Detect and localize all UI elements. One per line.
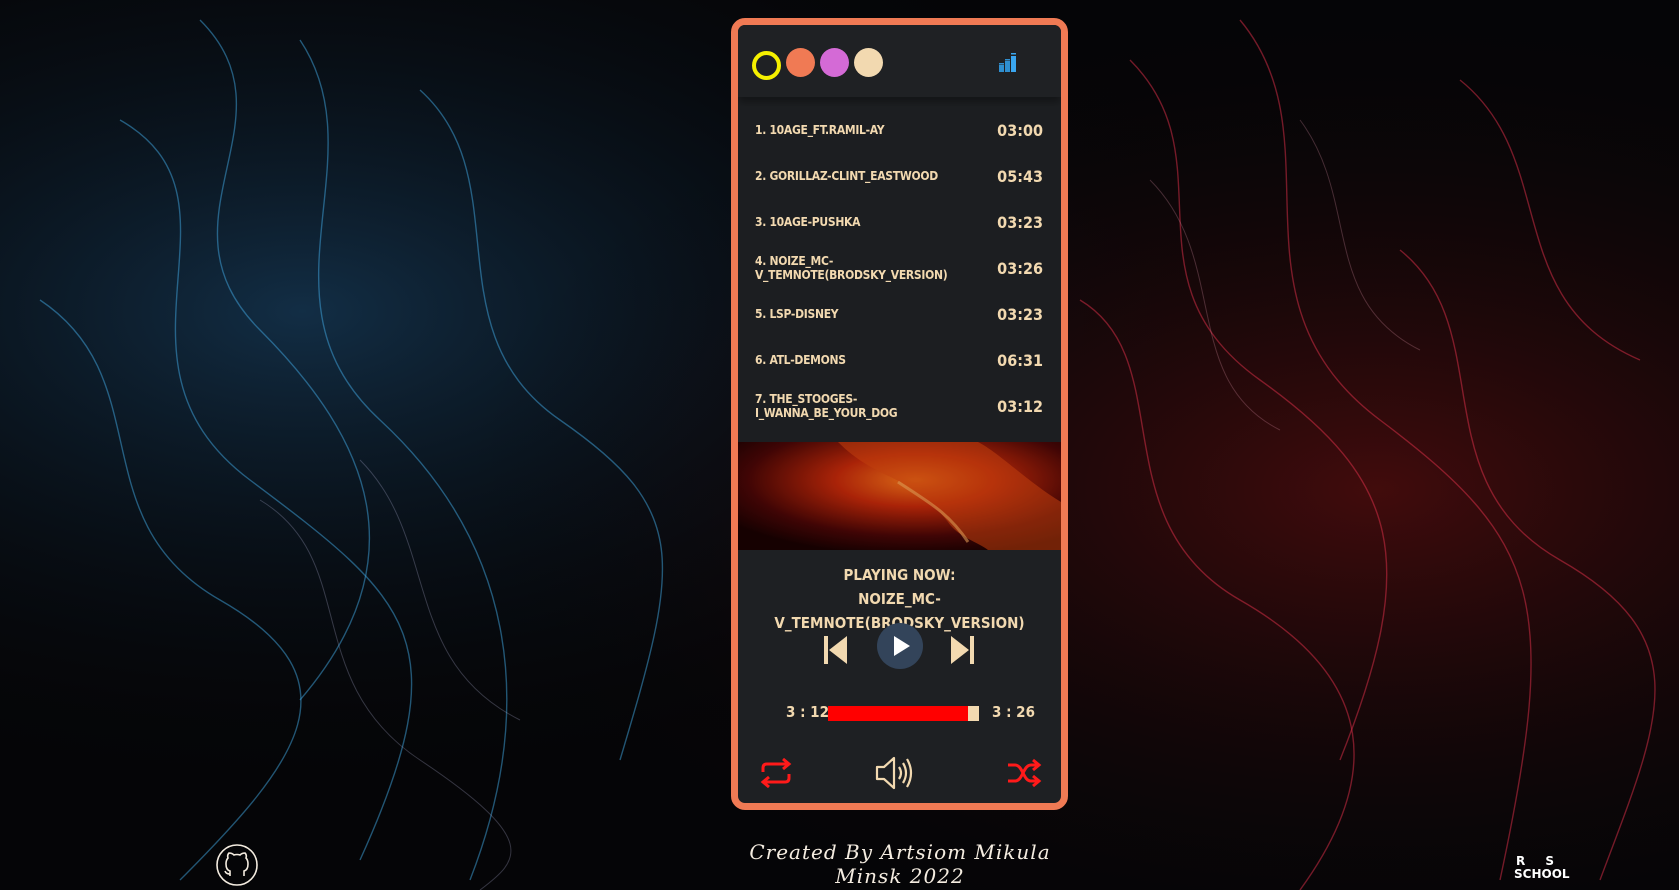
- track-duration: 03:00: [997, 120, 1043, 140]
- progress-area: 3 : 12 3 : 26: [738, 701, 1061, 725]
- shuffle-icon[interactable]: [1006, 758, 1042, 788]
- playlist-item[interactable]: 3. 10AGE-PUSHKA 03:23: [738, 199, 1061, 245]
- progress-bar[interactable]: [828, 706, 979, 721]
- footer-credits: Created By Artsiom Mikula Minsk 2022: [700, 840, 1100, 888]
- playlist-item[interactable]: 5. LSP-DISNEY 03:23: [738, 291, 1061, 337]
- current-time: 3 : 12: [786, 703, 829, 721]
- playlist-item[interactable]: 6. ATL-DEMONS 06:31: [738, 337, 1061, 383]
- now-playing-label: PLAYING NOW:: [843, 566, 956, 584]
- theme-dot-orange[interactable]: [786, 48, 815, 77]
- theme-dot-yellow[interactable]: [752, 51, 781, 80]
- theme-dot-purple[interactable]: [820, 48, 849, 77]
- playlist: 1. 10AGE_FT.RAMIL-AY 03:00 2. GORILLAZ-C…: [738, 107, 1061, 447]
- music-player: 1. 10AGE_FT.RAMIL-AY 03:00 2. GORILLAZ-C…: [731, 18, 1068, 810]
- track-title: 7. THE_STOOGES-I_WANNA_BE_YOUR_DOG: [755, 392, 898, 420]
- track-duration: 03:26: [997, 258, 1043, 278]
- repeat-icon[interactable]: [759, 758, 793, 788]
- total-time: 3 : 26: [992, 703, 1035, 721]
- rs-logo-bottom: SCHOOL: [1514, 867, 1570, 881]
- play-icon: [894, 636, 910, 656]
- volume-icon[interactable]: [874, 753, 916, 793]
- progress-fill: [828, 706, 969, 721]
- track-duration: 03:12: [997, 396, 1043, 416]
- skip-previous-icon[interactable]: [823, 635, 849, 665]
- album-cover: [738, 442, 1061, 550]
- play-button[interactable]: [877, 623, 923, 669]
- playlist-item[interactable]: 2. GORILLAZ-CLINT_EASTWOOD 05:43: [738, 153, 1061, 199]
- track-title: 2. GORILLAZ-CLINT_EASTWOOD: [755, 169, 938, 183]
- footer-location: Minsk 2022: [835, 864, 965, 888]
- rs-school-logo[interactable]: R S SCHOOL: [1514, 855, 1584, 887]
- playlist-item[interactable]: 1. 10AGE_FT.RAMIL-AY 03:00: [738, 107, 1061, 153]
- playlist-item[interactable]: 7. THE_STOOGES-I_WANNA_BE_YOUR_DOG 03:12: [738, 383, 1061, 429]
- track-title: 3. 10AGE-PUSHKA: [755, 215, 861, 229]
- track-duration: 05:43: [997, 166, 1043, 186]
- track-duration: 03:23: [997, 212, 1043, 232]
- github-icon[interactable]: [215, 843, 259, 887]
- playlist-item[interactable]: 4. NOIZE_MC-V_TEMNOTE(BRODSKY_VERSION) 0…: [738, 245, 1061, 291]
- track-duration: 03:23: [997, 304, 1043, 324]
- track-title: 5. LSP-DISNEY: [755, 307, 839, 321]
- track-duration: 06:31: [997, 350, 1043, 370]
- player-header: [738, 25, 1061, 97]
- footer-author: Created By Artsiom Mikula: [749, 840, 1051, 864]
- track-title: 6. ATL-DEMONS: [755, 353, 846, 367]
- equalizer-icon[interactable]: [999, 52, 1021, 72]
- theme-dot-cream[interactable]: [854, 48, 883, 77]
- track-title: 4. NOIZE_MC-V_TEMNOTE(BRODSKY_VERSION): [755, 254, 948, 282]
- track-title: 1. 10AGE_FT.RAMIL-AY: [755, 123, 885, 137]
- skip-next-icon[interactable]: [949, 635, 975, 665]
